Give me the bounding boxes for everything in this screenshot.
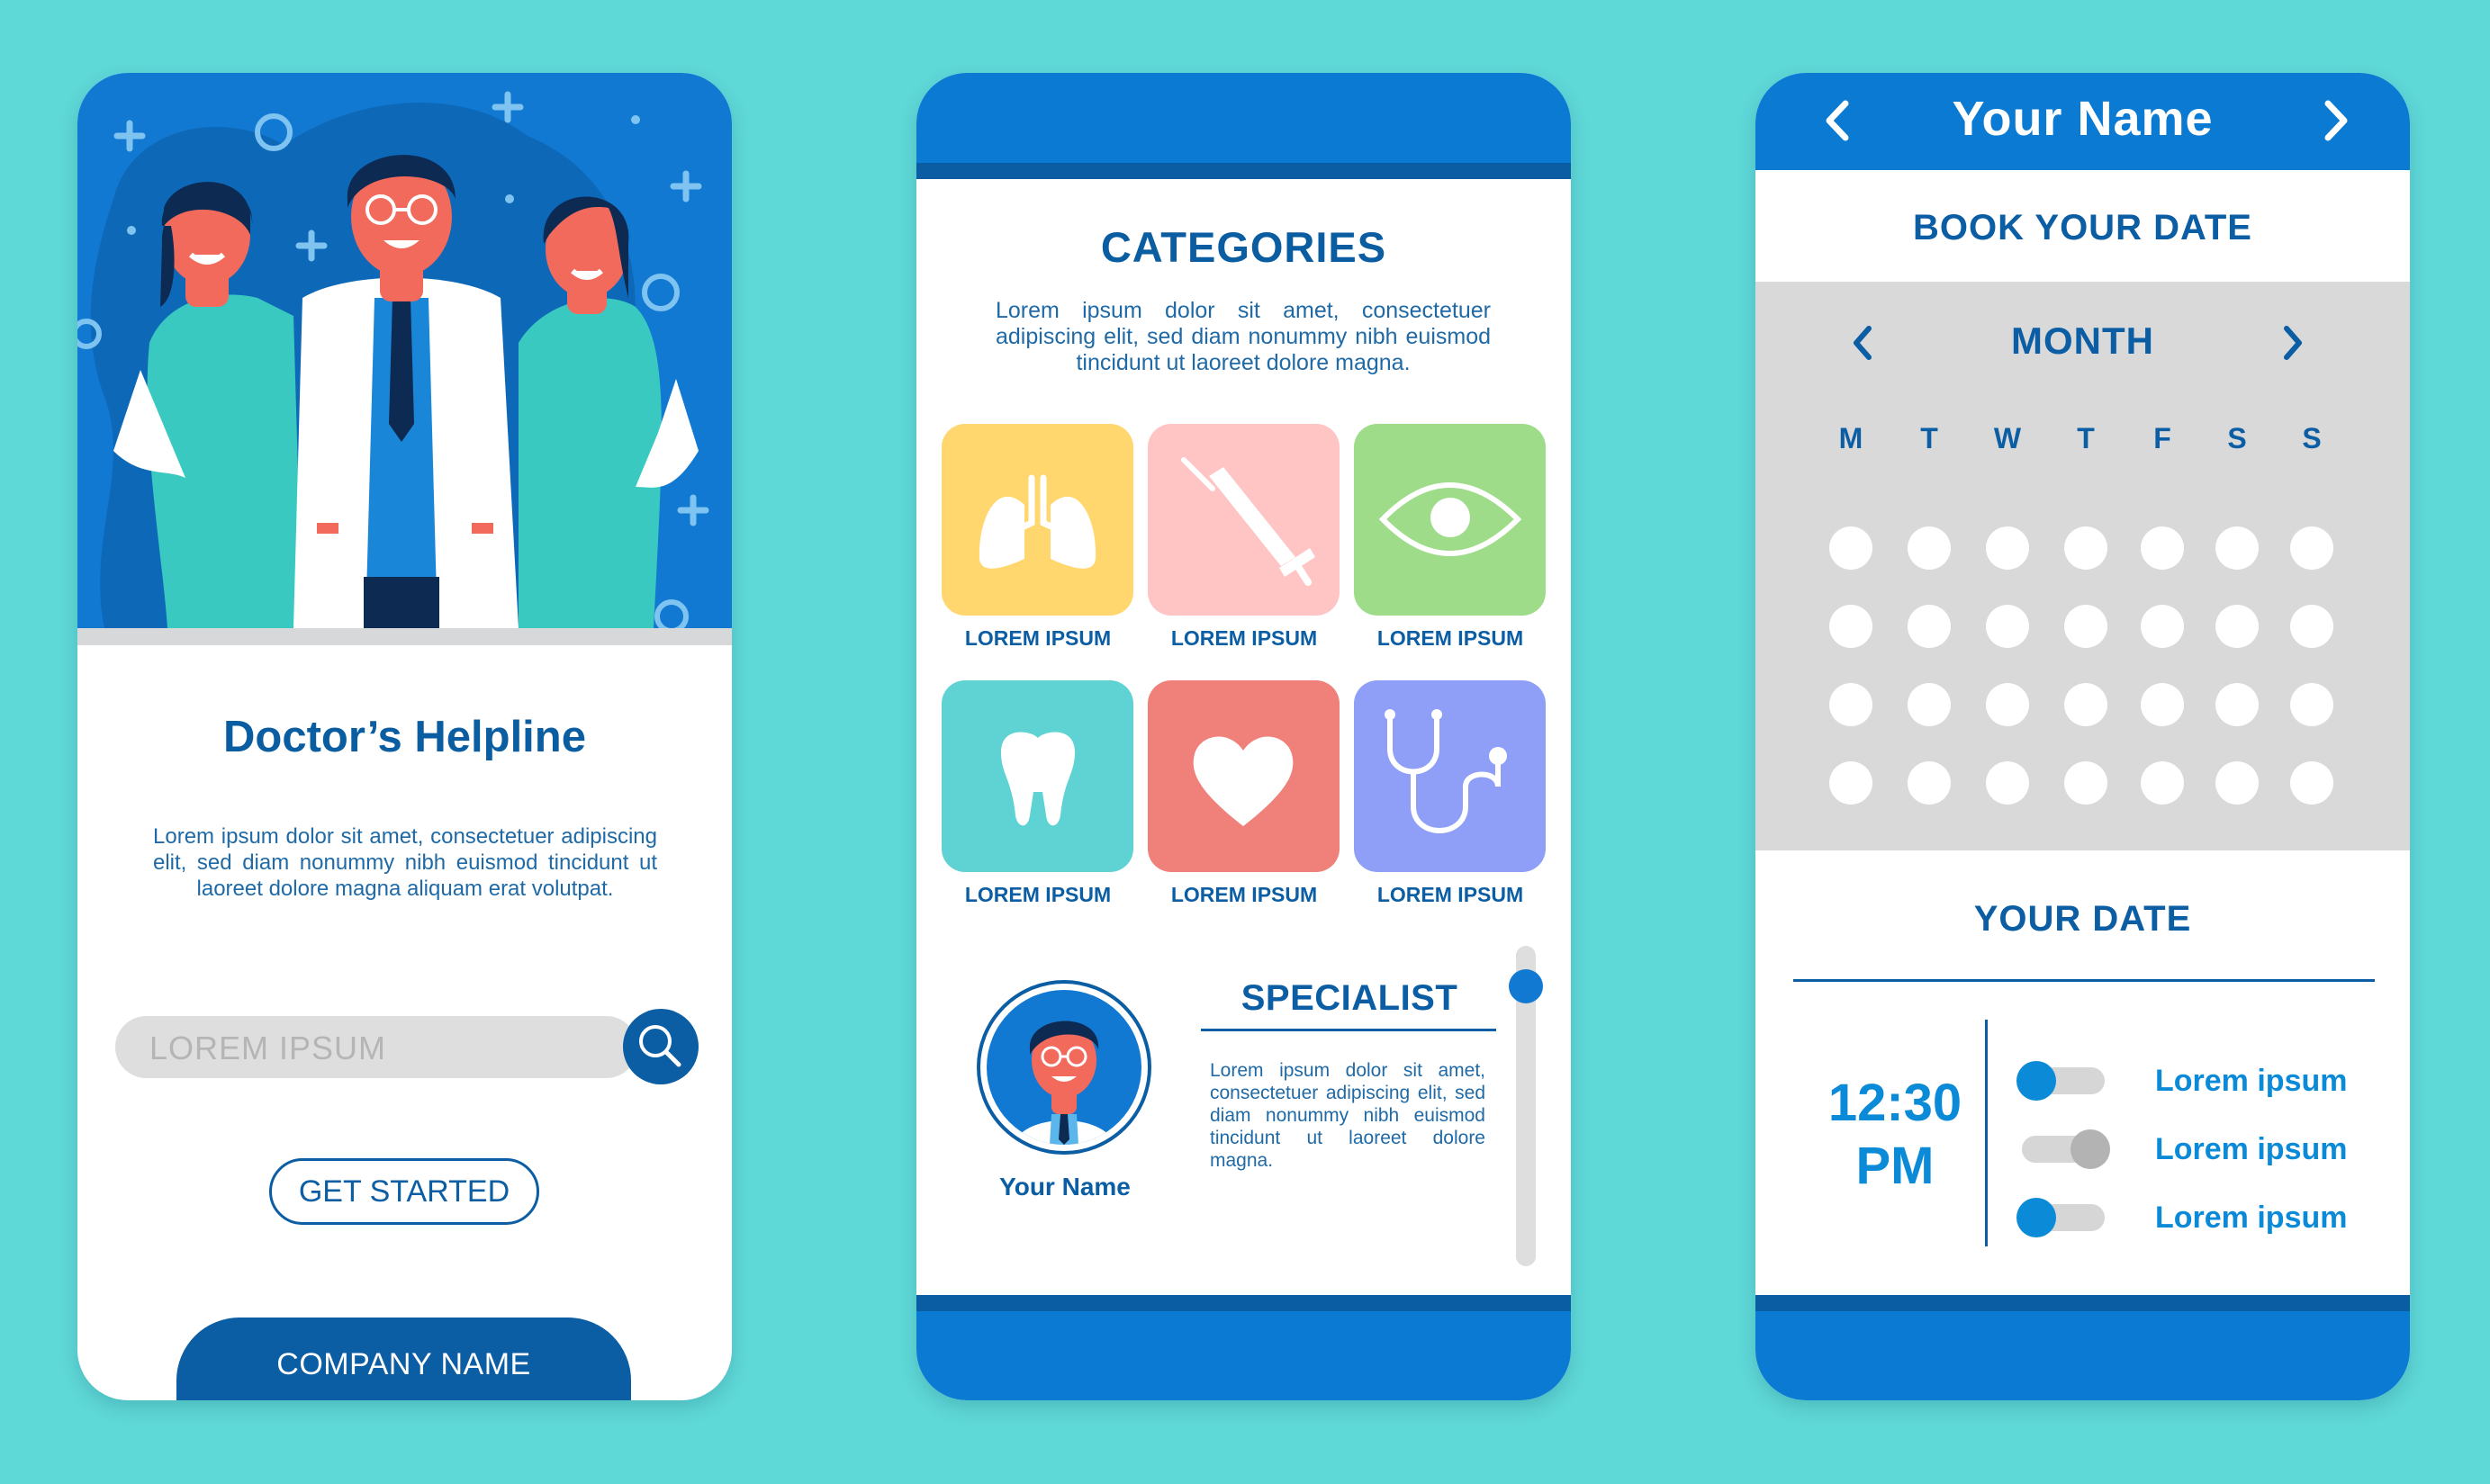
calendar-day[interactable] <box>2141 761 2184 805</box>
calendar: MONTH M T W T F S S <box>1755 282 2410 850</box>
time-period: PM <box>1855 1137 1935 1195</box>
category-tile-lungs[interactable] <box>942 424 1133 616</box>
calendar-day[interactable] <box>2215 526 2259 570</box>
calendar-day[interactable] <box>2064 761 2107 805</box>
category-tile-tooth[interactable] <box>942 680 1133 872</box>
weekday-label: T <box>2077 422 2095 454</box>
book-heading: BOOK YOUR DATE <box>1913 208 2252 247</box>
category-tile-eye[interactable] <box>1354 424 1546 616</box>
specialist-underline <box>1201 1029 1496 1031</box>
category-label: LOREM IPSUM <box>964 883 1112 906</box>
selected-time: 12:30 PM <box>1795 1072 1995 1198</box>
calendar-day[interactable] <box>2141 526 2184 570</box>
calendar-day[interactable] <box>1986 526 2029 570</box>
calendar-day[interactable] <box>2064 683 2107 726</box>
lungs-icon <box>979 474 1096 569</box>
bottom-bar-stripe <box>916 1295 1571 1311</box>
toggle-knob <box>2016 1061 2056 1101</box>
bottom-bar-stripe <box>1755 1295 2410 1311</box>
weekday-label: W <box>1993 422 2022 454</box>
next-month-icon[interactable] <box>2265 316 2319 370</box>
time-divider <box>1985 1020 1988 1246</box>
your-date-heading: YOUR DATE <box>1973 899 2192 939</box>
calendar-day[interactable] <box>2141 683 2184 726</box>
calendar-day[interactable] <box>1908 605 1951 648</box>
calendar-day[interactable] <box>1829 526 1872 570</box>
calendar-day[interactable] <box>2290 683 2333 726</box>
category-label: LOREM IPSUM <box>1170 883 1318 906</box>
specialist-avatar[interactable] <box>987 990 1141 1145</box>
specialist-description: Lorem ipsum dolor sit amet, consectetuer… <box>1210 1060 1485 1171</box>
tooth-icon <box>1001 732 1075 826</box>
top-bar <box>916 73 1571 163</box>
weekday-label: M <box>1838 422 1863 454</box>
category-label: LOREM IPSUM <box>1376 626 1524 650</box>
calendar-day[interactable] <box>1986 683 2029 726</box>
calendar-day[interactable] <box>1908 683 1951 726</box>
top-bar-stripe <box>916 163 1571 179</box>
category-label: LOREM IPSUM <box>964 626 1112 650</box>
option-label: Lorem ipsum <box>2155 1132 2348 1166</box>
booking-screen: Your Name BOOK YOUR DATE MONTH M T W T F… <box>1755 73 2410 1400</box>
weekday-label: S <box>2227 422 2247 454</box>
option-label: Lorem ipsum <box>2155 1064 2348 1098</box>
categories-title: CATEGORIES <box>1100 223 1387 271</box>
search-icon <box>639 1025 681 1067</box>
calendar-day[interactable] <box>2064 526 2107 570</box>
calendar-day[interactable] <box>1908 526 1951 570</box>
calendar-day[interactable] <box>2215 761 2259 805</box>
category-tile-heart[interactable] <box>1148 680 1340 872</box>
calendar-day[interactable] <box>2290 605 2333 648</box>
bottom-bar <box>916 1311 1571 1400</box>
time-value: 12:30 <box>1827 1074 1962 1132</box>
category-tile-stethoscope[interactable] <box>1354 680 1546 872</box>
weekday-label: F <box>2153 422 2171 454</box>
option-label: Lorem ipsum <box>2155 1201 2348 1235</box>
calendar-day[interactable] <box>2215 605 2259 648</box>
hero-divider <box>77 628 732 645</box>
doctors-illustration <box>77 73 732 628</box>
category-label: LOREM IPSUM <box>1376 883 1524 906</box>
company-name-button[interactable]: COMPANY NAME <box>176 1318 631 1400</box>
calendar-day[interactable] <box>1829 605 1872 648</box>
categories-description: Lorem ipsum dolor sit amet, consectetuer… <box>996 298 1491 375</box>
calendar-day[interactable] <box>2141 605 2184 648</box>
forward-arrow-icon[interactable] <box>2305 91 2364 150</box>
categories-screen: CATEGORIES Lorem ipsum dolor sit amet, c… <box>916 73 1571 1400</box>
eye-icon <box>1378 482 1522 556</box>
calendar-day[interactable] <box>2290 761 2333 805</box>
your-date-underline <box>1793 979 2375 982</box>
calendar-day[interactable] <box>1908 761 1951 805</box>
category-tile-syringe[interactable] <box>1148 424 1340 616</box>
month-label: MONTH <box>2011 319 2154 362</box>
weekday-label: T <box>1920 422 1938 454</box>
calendar-day[interactable] <box>2215 683 2259 726</box>
bottom-bar <box>1755 1311 2410 1400</box>
specialist-heading: SPECIALIST <box>1240 978 1458 1018</box>
calendar-day[interactable] <box>1986 605 2029 648</box>
calendar-day[interactable] <box>1829 683 1872 726</box>
prev-month-icon[interactable] <box>1836 316 1890 370</box>
stethoscope-icon <box>1385 709 1507 833</box>
specialist-name: Your Name <box>999 1173 1131 1201</box>
category-label: LOREM IPSUM <box>1170 626 1318 650</box>
toggle-knob <box>2070 1129 2110 1169</box>
syringe-icon <box>1181 457 1315 586</box>
scrollbar-thumb[interactable] <box>1509 969 1543 1003</box>
calendar-day[interactable] <box>1829 761 1872 805</box>
calendar-day[interactable] <box>2064 605 2107 648</box>
doctors-helpline-screen: Doctor’s Helpline Lorem ipsum dolor sit … <box>77 73 732 1400</box>
calendar-day[interactable] <box>2290 526 2333 570</box>
weekday-label: S <box>2302 422 2322 454</box>
get-started-button[interactable]: GET STARTED <box>269 1158 539 1225</box>
toggle-knob <box>2016 1198 2056 1237</box>
search-button[interactable] <box>623 1009 699 1084</box>
search-input[interactable] <box>148 1021 601 1075</box>
page-title: Doctor’s Helpline <box>223 713 586 761</box>
heart-icon <box>1193 736 1294 826</box>
calendar-day[interactable] <box>1986 761 2029 805</box>
intro-description: Lorem ipsum dolor sit amet, consectetuer… <box>153 824 657 901</box>
header-name: Your Name <box>1952 92 2214 146</box>
